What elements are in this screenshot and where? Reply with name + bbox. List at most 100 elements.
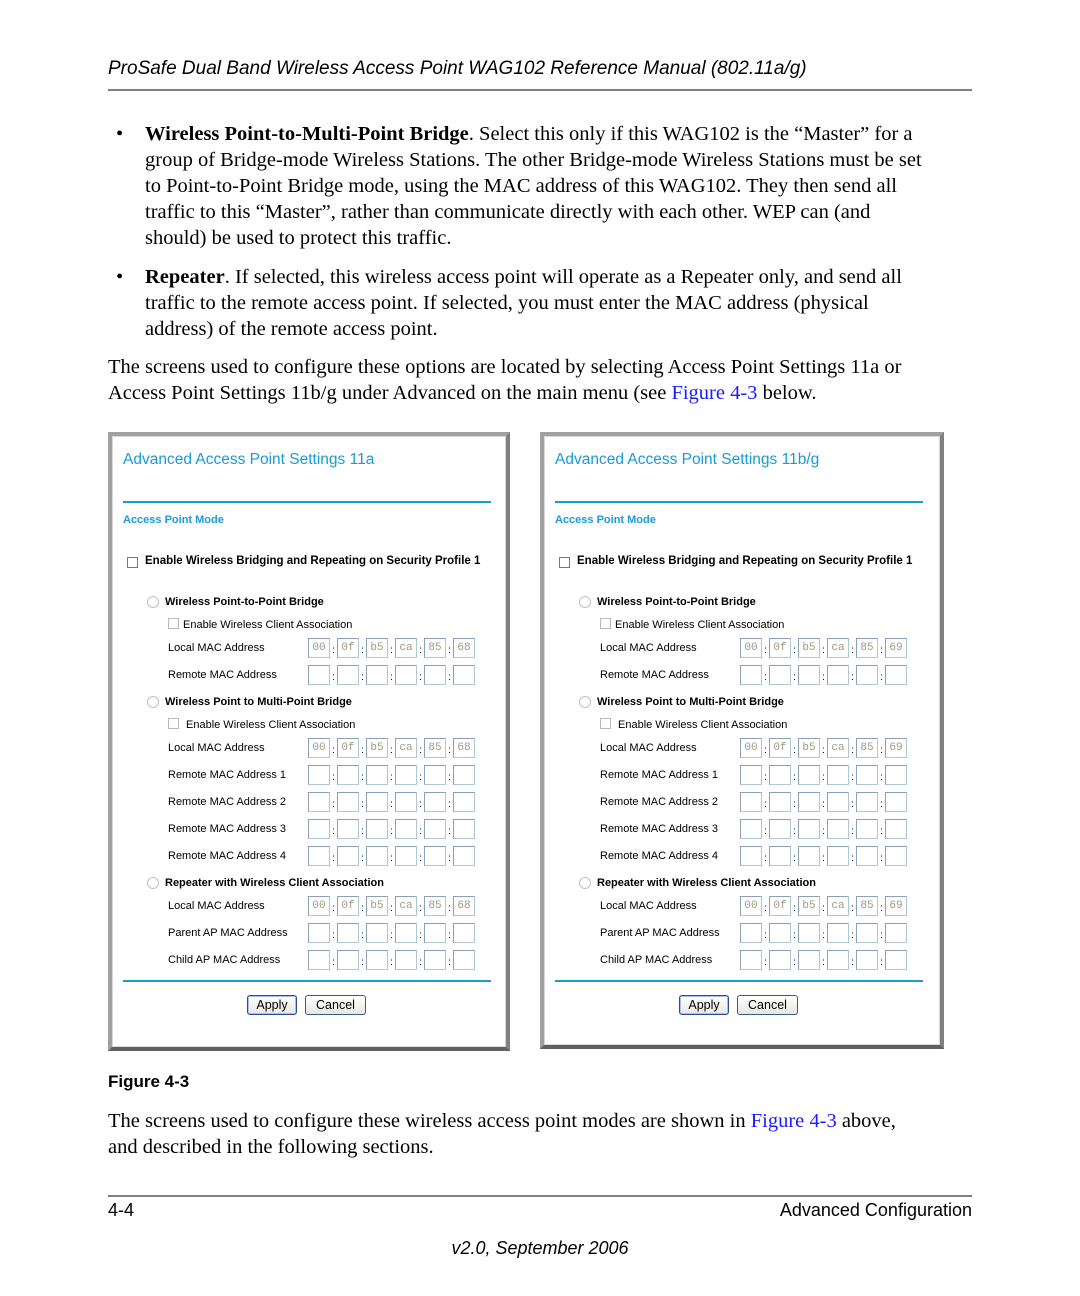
mac-octet-input[interactable] [740, 923, 762, 943]
mac-octet-input[interactable] [453, 665, 475, 685]
radio-p2p-bridge[interactable] [147, 596, 159, 608]
enable-bridging-checkbox[interactable] [559, 557, 570, 568]
mac-octet-input[interactable] [885, 819, 907, 839]
mac-octet-input[interactable]: 00 [740, 738, 762, 758]
mac-octet-input[interactable]: b5 [366, 638, 388, 658]
mac-octet-input[interactable] [856, 792, 878, 812]
mac-octet-input[interactable] [308, 950, 330, 970]
mac-octet-input[interactable] [395, 846, 417, 866]
apply-button[interactable]: Apply [247, 995, 297, 1015]
mac-octet-input[interactable] [337, 846, 359, 866]
mac-octet-input[interactable]: ca [827, 896, 849, 916]
mac-octet-input[interactable]: 68 [453, 896, 475, 916]
mac-octet-input[interactable]: ca [395, 638, 417, 658]
mac-octet-input[interactable] [885, 792, 907, 812]
mac-octet-input[interactable] [366, 665, 388, 685]
mac-octet-input[interactable]: 69 [885, 638, 907, 658]
enable-bridging-checkbox[interactable] [127, 557, 138, 568]
mac-octet-input[interactable] [885, 846, 907, 866]
mac-octet-input[interactable] [308, 846, 330, 866]
mac-octet-input[interactable]: 85 [856, 738, 878, 758]
mac-octet-input[interactable] [827, 846, 849, 866]
mac-octet-input[interactable] [885, 765, 907, 785]
mac-octet-input[interactable] [395, 665, 417, 685]
mac-octet-input[interactable] [424, 846, 446, 866]
mac-octet-input[interactable] [856, 665, 878, 685]
mac-octet-input[interactable] [885, 665, 907, 685]
mac-octet-input[interactable] [827, 950, 849, 970]
mac-octet-input[interactable]: 00 [308, 738, 330, 758]
mac-octet-input[interactable] [453, 765, 475, 785]
figure-link[interactable]: Figure 4-3 [671, 382, 757, 404]
mac-octet-input[interactable] [337, 765, 359, 785]
mac-octet-input[interactable] [453, 819, 475, 839]
mac-octet-input[interactable] [769, 923, 791, 943]
mac-octet-input[interactable] [337, 950, 359, 970]
mac-octet-input[interactable] [453, 846, 475, 866]
mac-octet-input[interactable]: 85 [424, 896, 446, 916]
mac-octet-input[interactable] [308, 665, 330, 685]
mac-octet-input[interactable]: 0f [337, 738, 359, 758]
mac-octet-input[interactable] [424, 819, 446, 839]
mac-octet-input[interactable] [740, 950, 762, 970]
radio-p2p-bridge[interactable] [579, 596, 591, 608]
p2mp-client-assoc-checkbox[interactable] [600, 718, 611, 729]
cancel-button[interactable]: Cancel [305, 995, 366, 1015]
radio-p2mp-bridge[interactable] [579, 696, 591, 708]
mac-octet-input[interactable] [798, 665, 820, 685]
mac-octet-input[interactable] [308, 819, 330, 839]
mac-octet-input[interactable] [856, 765, 878, 785]
mac-octet-input[interactable]: 0f [769, 738, 791, 758]
mac-octet-input[interactable] [885, 950, 907, 970]
mac-octet-input[interactable] [798, 950, 820, 970]
mac-octet-input[interactable]: ca [395, 896, 417, 916]
mac-octet-input[interactable] [424, 950, 446, 970]
mac-octet-input[interactable] [798, 765, 820, 785]
mac-octet-input[interactable] [366, 846, 388, 866]
mac-octet-input[interactable]: 69 [885, 896, 907, 916]
mac-octet-input[interactable]: 85 [856, 896, 878, 916]
mac-octet-input[interactable] [798, 819, 820, 839]
cancel-button[interactable]: Cancel [737, 995, 798, 1015]
mac-octet-input[interactable]: 69 [885, 738, 907, 758]
mac-octet-input[interactable] [453, 923, 475, 943]
mac-octet-input[interactable] [395, 792, 417, 812]
figure-link[interactable]: Figure 4-3 [751, 1110, 837, 1132]
mac-octet-input[interactable] [740, 792, 762, 812]
mac-octet-input[interactable]: 0f [769, 638, 791, 658]
mac-octet-input[interactable]: 0f [337, 896, 359, 916]
mac-octet-input[interactable]: 68 [453, 638, 475, 658]
radio-repeater[interactable] [579, 877, 591, 889]
mac-octet-input[interactable] [366, 792, 388, 812]
mac-octet-input[interactable]: ca [395, 738, 417, 758]
mac-octet-input[interactable] [740, 765, 762, 785]
mac-octet-input[interactable] [337, 792, 359, 812]
mac-octet-input[interactable] [856, 819, 878, 839]
mac-octet-input[interactable]: 68 [453, 738, 475, 758]
mac-octet-input[interactable] [337, 923, 359, 943]
mac-octet-input[interactable]: b5 [798, 738, 820, 758]
mac-octet-input[interactable] [885, 923, 907, 943]
mac-octet-input[interactable] [769, 846, 791, 866]
mac-octet-input[interactable] [424, 765, 446, 785]
mac-octet-input[interactable] [798, 923, 820, 943]
mac-octet-input[interactable] [337, 665, 359, 685]
mac-octet-input[interactable]: 85 [424, 738, 446, 758]
mac-octet-input[interactable]: b5 [798, 896, 820, 916]
mac-octet-input[interactable] [798, 846, 820, 866]
mac-octet-input[interactable]: 00 [308, 638, 330, 658]
mac-octet-input[interactable] [366, 950, 388, 970]
mac-octet-input[interactable]: 00 [740, 638, 762, 658]
mac-octet-input[interactable]: 85 [424, 638, 446, 658]
mac-octet-input[interactable] [453, 792, 475, 812]
p2mp-client-assoc-checkbox[interactable] [168, 718, 179, 729]
apply-button[interactable]: Apply [679, 995, 729, 1015]
mac-octet-input[interactable] [827, 792, 849, 812]
mac-octet-input[interactable] [740, 665, 762, 685]
mac-octet-input[interactable] [740, 846, 762, 866]
mac-octet-input[interactable] [827, 665, 849, 685]
mac-octet-input[interactable] [395, 950, 417, 970]
mac-octet-input[interactable] [769, 819, 791, 839]
mac-octet-input[interactable] [395, 765, 417, 785]
mac-octet-input[interactable]: ca [827, 638, 849, 658]
